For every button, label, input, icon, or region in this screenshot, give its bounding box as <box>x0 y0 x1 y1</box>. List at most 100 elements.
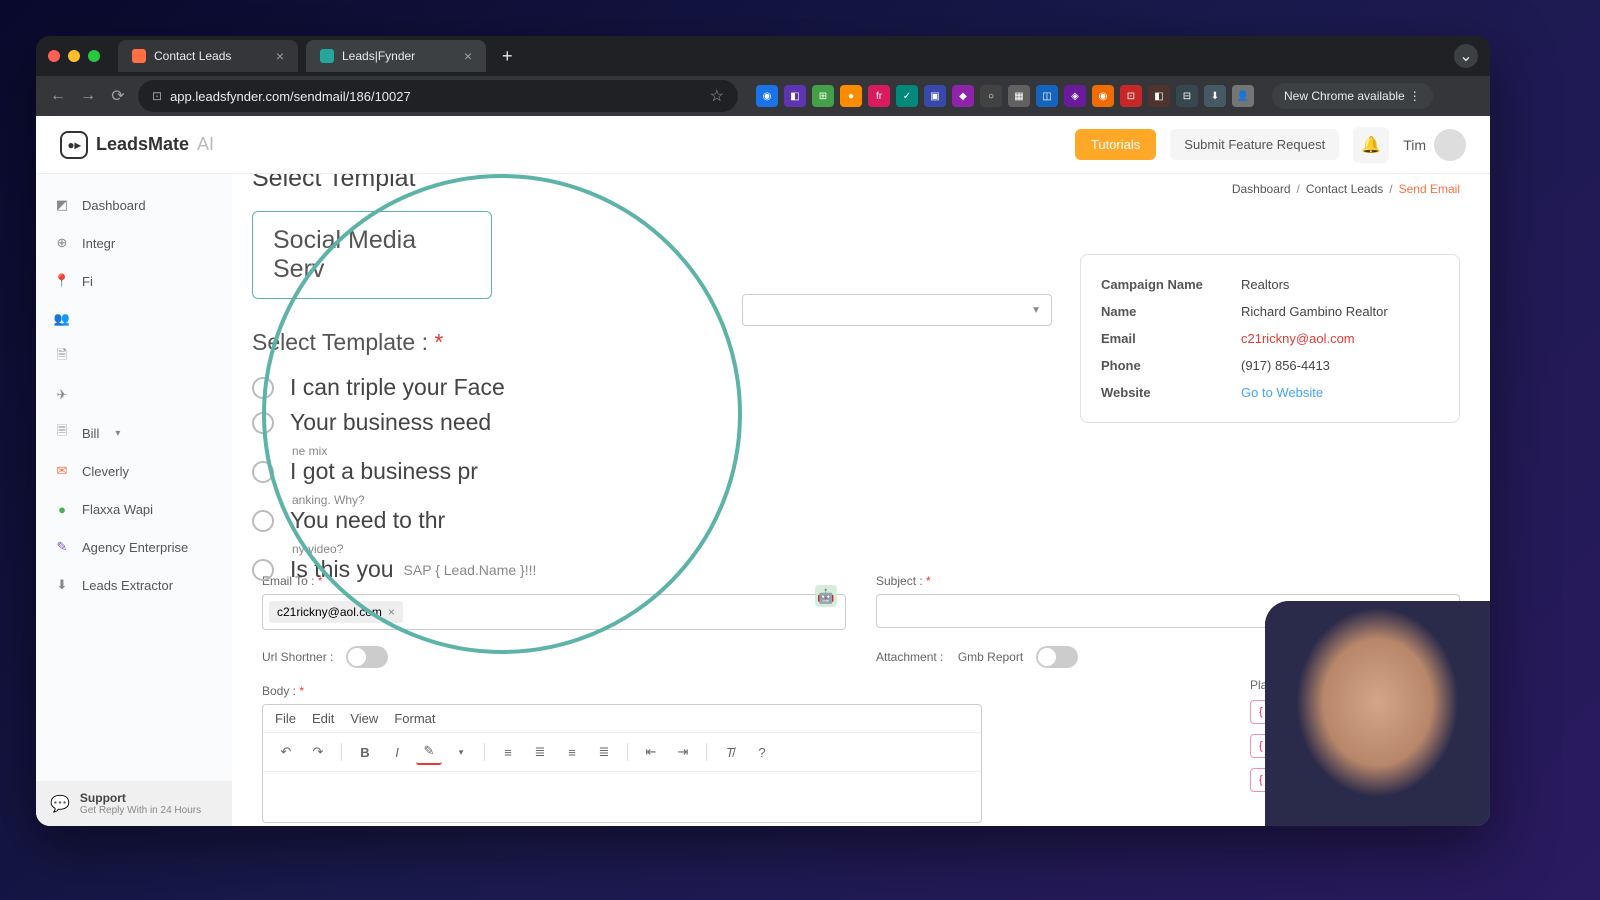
tab-contact-leads[interactable]: Contact Leads × <box>118 40 298 72</box>
radio-icon <box>252 377 274 399</box>
template-category-select[interactable]: Social Media Serv <box>252 211 492 299</box>
menu-view[interactable]: View <box>350 711 378 726</box>
address-bar[interactable]: ⊡ app.leadsfynder.com/sendmail/186/10027… <box>138 80 738 112</box>
profile-icon[interactable]: 👤 <box>1232 85 1254 107</box>
bookmark-icon[interactable]: ☆ <box>710 86 724 106</box>
align-justify-button[interactable]: ≣ <box>591 739 617 765</box>
editor-toolbar: ↶ ↷ B I ✎ ▾ ≡ ≣ ≡ ≣ <box>263 733 981 772</box>
sidebar-item-dashboard[interactable]: ◩Dashboard <box>36 186 232 224</box>
close-window[interactable] <box>48 50 60 62</box>
remove-chip-icon[interactable]: × <box>388 605 395 619</box>
radio-icon <box>252 461 274 483</box>
maximize-window[interactable] <box>88 50 100 62</box>
bold-button[interactable]: B <box>352 739 378 765</box>
sidebar-item-billing[interactable]: 🗏Bill▾ <box>36 414 232 452</box>
ai-assist-icon[interactable]: 🤖 <box>815 585 837 607</box>
webcam-overlay <box>1265 601 1490 826</box>
clear-format-button[interactable]: T̸ <box>717 739 743 765</box>
notifications-icon[interactable]: 🔔 <box>1353 127 1389 163</box>
extension-icon[interactable]: ◆ <box>952 85 974 107</box>
template-dropdown[interactable]: ▼ <box>742 294 1052 326</box>
extension-icon[interactable]: ▦ <box>1008 85 1030 107</box>
align-center-button[interactable]: ≣ <box>527 739 553 765</box>
template-option[interactable]: You need to thr <box>252 507 536 534</box>
sidebar-item-agency[interactable]: ✎Agency Enterprise <box>36 528 232 566</box>
close-tab-icon[interactable]: × <box>464 48 472 64</box>
extension-icon[interactable]: ⊟ <box>1176 85 1198 107</box>
lead-phone-value: (917) 856-4413 <box>1241 358 1330 373</box>
template-option[interactable]: I can triple your Face <box>252 374 536 401</box>
reload-button[interactable]: ⟳ <box>108 86 128 106</box>
pin-icon: 📍 <box>54 273 70 289</box>
extension-icon[interactable]: ▣ <box>924 85 946 107</box>
url-shortner-label: Url Shortner : <box>262 650 333 664</box>
extension-icon[interactable]: ◈ <box>1064 85 1086 107</box>
lead-email-link[interactable]: c21rickny@aol.com <box>1241 331 1355 346</box>
minimize-window[interactable] <box>68 50 80 62</box>
outdent-button[interactable]: ⇤ <box>638 739 664 765</box>
url-shortner-toggle[interactable] <box>346 646 388 668</box>
extension-icon[interactable]: ⊞ <box>812 85 834 107</box>
attachment-toggle[interactable] <box>1036 646 1078 668</box>
chrome-update-button[interactable]: New Chrome available ⋮ <box>1272 83 1433 109</box>
redo-button[interactable]: ↷ <box>305 739 331 765</box>
color-dropdown-icon[interactable]: ▾ <box>448 739 474 765</box>
logo[interactable]: ●▸ LeadsMate AI <box>60 131 214 159</box>
sidebar-item-extractor[interactable]: ⬇Leads Extractor <box>36 566 232 604</box>
breadcrumb-dashboard[interactable]: Dashboard <box>1232 182 1291 196</box>
template-option[interactable]: I got a business pr <box>252 458 536 485</box>
sidebar-item-contacts[interactable]: 👥 <box>36 300 232 338</box>
template-option[interactable]: Is this youSAP { Lead.Name }!!! <box>252 556 536 583</box>
new-tab-button[interactable]: + <box>494 46 521 67</box>
site-info-icon[interactable]: ⊡ <box>152 89 162 103</box>
sidebar-item-find[interactable]: 📍Fi <box>36 262 232 300</box>
extension-icon[interactable]: ◉ <box>1092 85 1114 107</box>
chevron-down-icon: ▾ <box>115 428 120 439</box>
feature-request-button[interactable]: Submit Feature Request <box>1170 129 1339 160</box>
help-button[interactable]: ? <box>749 739 775 765</box>
extension-icon[interactable]: ✓ <box>896 85 918 107</box>
sidebar-item-send[interactable]: ✈ <box>36 376 232 414</box>
tab-leadsfynder[interactable]: Leads|Fynder × <box>306 40 486 72</box>
lead-website-link[interactable]: Go to Website <box>1241 385 1323 400</box>
undo-button[interactable]: ↶ <box>273 739 299 765</box>
indent-button[interactable]: ⇥ <box>670 739 696 765</box>
extension-icon[interactable]: ◧ <box>1148 85 1170 107</box>
support-box[interactable]: 💬 Support Get Reply With in 24 Hours <box>36 781 232 826</box>
tutorials-button[interactable]: Tutorials <box>1075 129 1156 160</box>
menu-edit[interactable]: Edit <box>312 711 334 726</box>
circle-icon: ● <box>54 501 70 517</box>
extension-icon[interactable]: ◫ <box>1036 85 1058 107</box>
extension-icon[interactable]: ● <box>840 85 862 107</box>
extension-icon[interactable]: ○ <box>980 85 1002 107</box>
users-icon: 👥 <box>54 311 70 327</box>
extension-icon[interactable]: ⊡ <box>1120 85 1142 107</box>
user-menu[interactable]: Tim <box>1403 129 1466 161</box>
sidebar-item-flaxxa[interactable]: ●Flaxxa Wapi <box>36 490 232 528</box>
sidebar-item-integrations[interactable]: ⊕Integr <box>36 224 232 262</box>
chrome-tabs-menu[interactable]: ⌄ <box>1454 44 1478 68</box>
url-text: app.leadsfynder.com/sendmail/186/10027 <box>170 89 702 104</box>
extension-icon[interactable]: fr <box>868 85 890 107</box>
radio-icon <box>252 559 274 581</box>
template-option[interactable]: Your business need <box>252 409 536 436</box>
italic-button[interactable]: I <box>384 739 410 765</box>
select-template-label: Select Template : * <box>252 329 536 356</box>
sidebar-item-files[interactable]: 🗎 <box>36 338 232 376</box>
email-to-input[interactable]: c21rickny@aol.com × 🤖 <box>262 594 846 630</box>
menu-file[interactable]: File <box>275 711 296 726</box>
breadcrumb-contacts[interactable]: Contact Leads <box>1306 182 1383 196</box>
close-tab-icon[interactable]: × <box>276 48 284 64</box>
forward-button[interactable]: → <box>78 87 98 105</box>
back-button[interactable]: ← <box>48 87 68 105</box>
text-color-button[interactable]: ✎ <box>416 739 442 765</box>
extension-icon[interactable]: ◉ <box>756 85 778 107</box>
download-icon[interactable]: ⬇ <box>1204 85 1226 107</box>
menu-format[interactable]: Format <box>394 711 435 726</box>
sidebar-item-cleverly[interactable]: ✉Cleverly <box>36 452 232 490</box>
extension-icon[interactable]: ◧ <box>784 85 806 107</box>
editor-textarea[interactable] <box>263 772 981 822</box>
align-right-button[interactable]: ≡ <box>559 739 585 765</box>
align-left-button[interactable]: ≡ <box>495 739 521 765</box>
traffic-lights <box>48 50 100 62</box>
